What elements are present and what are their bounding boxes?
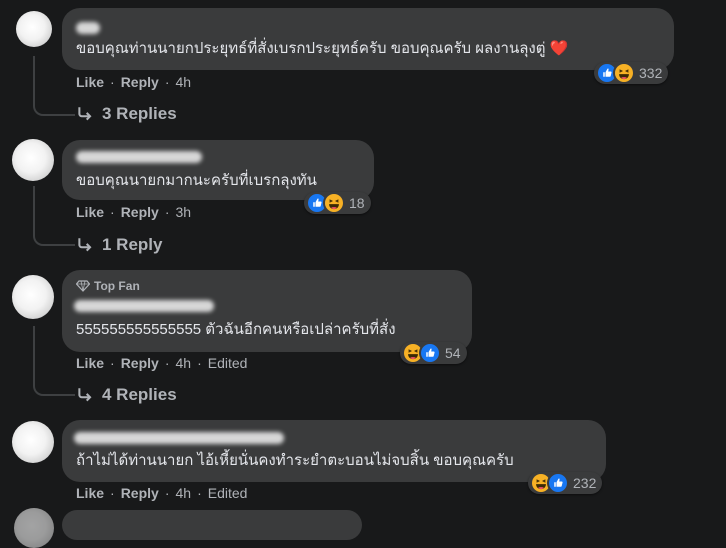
reply-arrow-icon bbox=[76, 386, 94, 404]
heart-emoji: ❤️ bbox=[549, 40, 569, 57]
comment-bubble: ถ้าไม่ได้ท่านนายก ไอ้เหี้ยนั่นคงทำระยำตะ… bbox=[62, 420, 606, 482]
reply-arrow-icon bbox=[76, 236, 94, 254]
timestamp[interactable]: 4h bbox=[175, 355, 191, 371]
edited-label[interactable]: Edited bbox=[208, 485, 248, 501]
avatar[interactable] bbox=[12, 275, 54, 319]
comment-text: ขอบคุณนายกมากนะครับที่เบรกลุงทัน bbox=[76, 172, 317, 189]
top-fan-badge[interactable]: Top Fan bbox=[76, 279, 140, 293]
avatar[interactable] bbox=[12, 421, 54, 463]
edited-label[interactable]: Edited bbox=[208, 355, 248, 371]
haha-face-icon bbox=[613, 62, 635, 84]
reply-button[interactable]: Reply bbox=[121, 485, 159, 501]
author-name-redacted[interactable] bbox=[76, 151, 202, 163]
view-replies-link[interactable]: 1 Reply bbox=[76, 235, 162, 255]
comment-bubble: Top Fan 555555555555555 ตัวฉันอีกคนหรือเ… bbox=[62, 270, 472, 352]
comment-bubble: ขอบคุณท่านนายกประยุทธ์ที่สั่งเบรกประยุทธ… bbox=[62, 8, 674, 70]
reaction-count: 54 bbox=[445, 345, 461, 361]
like-button[interactable]: Like bbox=[76, 355, 104, 371]
reply-button[interactable]: Reply bbox=[121, 355, 159, 371]
reaction-count: 332 bbox=[639, 65, 663, 81]
diamond-icon bbox=[76, 280, 90, 292]
timestamp[interactable]: 4h bbox=[175, 485, 191, 501]
author-name-redacted[interactable] bbox=[74, 300, 214, 312]
avatar[interactable] bbox=[12, 139, 54, 181]
like-thumb-icon bbox=[547, 472, 569, 494]
thread-connector bbox=[33, 56, 75, 116]
like-button[interactable]: Like bbox=[76, 204, 104, 220]
reaction-count: 232 bbox=[573, 475, 597, 491]
reaction-summary[interactable]: 232 bbox=[528, 472, 603, 494]
like-button[interactable]: Like bbox=[76, 74, 104, 90]
avatar[interactable] bbox=[16, 11, 52, 47]
replies-label: 1 Reply bbox=[102, 235, 163, 254]
view-replies-link[interactable]: 3 Replies bbox=[76, 104, 177, 124]
comment-actions: Like · Reply · 4h · Edited bbox=[76, 355, 248, 371]
comment-text: ขอบคุณท่านนายกประยุทธ์ที่สั่งเบรกประยุทธ… bbox=[76, 40, 569, 57]
author-name-redacted[interactable] bbox=[76, 22, 100, 34]
haha-face-icon bbox=[323, 192, 345, 214]
comment-text: ถ้าไม่ได้ท่านนายก ไอ้เหี้ยนั่นคงทำระยำตะ… bbox=[76, 452, 514, 469]
reaction-summary[interactable]: 54 bbox=[400, 342, 467, 364]
view-replies-link[interactable]: 4 Replies bbox=[76, 385, 177, 405]
comment-actions: Like · Reply · 4h bbox=[76, 74, 192, 90]
timestamp[interactable]: 3h bbox=[175, 204, 191, 220]
timestamp[interactable]: 4h bbox=[175, 74, 191, 90]
thread-connector bbox=[33, 326, 75, 396]
comment-actions: Like · Reply · 4h · Edited bbox=[76, 485, 248, 501]
author-name-redacted[interactable] bbox=[74, 432, 284, 444]
replies-label: 4 Replies bbox=[102, 385, 177, 404]
comment-actions: Like · Reply · 3h bbox=[76, 204, 192, 220]
avatar[interactable] bbox=[14, 508, 54, 548]
reply-button[interactable]: Reply bbox=[121, 204, 159, 220]
reaction-summary[interactable]: 18 bbox=[304, 192, 371, 214]
comment-text: 555555555555555 ตัวฉันอีกคนหรือเปล่าครับ… bbox=[76, 321, 396, 338]
thread-connector bbox=[33, 186, 75, 246]
top-fan-label: Top Fan bbox=[94, 279, 140, 293]
like-button[interactable]: Like bbox=[76, 485, 104, 501]
comment-bubble: ขอบคุณนายกมากนะครับที่เบรกลุงทัน bbox=[62, 140, 374, 200]
reply-button[interactable]: Reply bbox=[121, 74, 159, 90]
reply-arrow-icon bbox=[76, 105, 94, 123]
replies-label: 3 Replies bbox=[102, 104, 177, 123]
reaction-count: 18 bbox=[349, 195, 365, 211]
comment-bubble bbox=[62, 510, 362, 540]
reaction-summary[interactable]: 332 bbox=[594, 62, 669, 84]
like-thumb-icon bbox=[419, 342, 441, 364]
